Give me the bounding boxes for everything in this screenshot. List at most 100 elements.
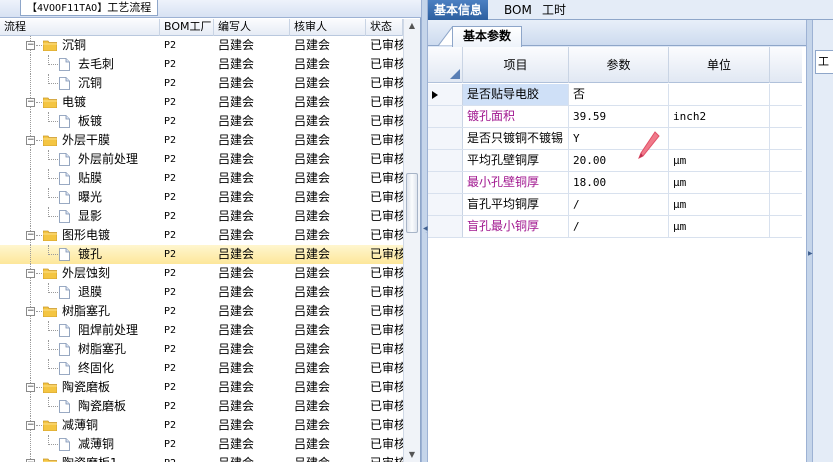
tree-step-row[interactable]: 退膜 P2 吕建会 吕建会 已审核 xyxy=(0,283,403,302)
tree-step-row[interactable]: 外层前处理 P2 吕建会 吕建会 已审核 xyxy=(0,150,403,169)
tree-connector-line xyxy=(36,425,42,426)
writer-cell: 吕建会 xyxy=(218,209,255,223)
bom-factory-cell: P2 xyxy=(164,454,214,462)
tree-connector-line xyxy=(36,102,42,103)
reviewer-cell: 吕建会 xyxy=(294,57,331,71)
param-value-cell[interactable]: 否 xyxy=(569,84,669,105)
param-row[interactable]: 平均孔壁铜厚 20.00 μm xyxy=(428,150,802,172)
column-header-value[interactable]: 参数 xyxy=(569,47,669,83)
tree-folder-row[interactable]: − 外层干膜 P2 吕建会 吕建会 已审核 xyxy=(0,131,403,150)
collapse-box-icon[interactable]: − xyxy=(26,421,35,430)
writer-cell: 吕建会 xyxy=(218,38,255,52)
param-row[interactable]: 是否贴导电胶否 xyxy=(428,84,802,106)
tree-step-row[interactable]: 贴膜 P2 吕建会 吕建会 已审核 xyxy=(0,169,403,188)
collapse-box-icon[interactable]: − xyxy=(26,136,35,145)
tree-folder-row[interactable]: − 陶瓷磨板 P2 吕建会 吕建会 已审核 xyxy=(0,378,403,397)
pen-cursor-icon xyxy=(638,131,660,160)
tree-step-label: 阻焊前处理 xyxy=(78,323,139,337)
row-selector[interactable] xyxy=(428,128,463,149)
param-row[interactable]: 盲孔平均铜厚 / μm xyxy=(428,194,802,216)
column-header-bom[interactable]: BOM工厂 xyxy=(160,19,214,36)
tree-step-label: 镀孔 xyxy=(78,247,103,261)
column-header-status[interactable]: 状态 xyxy=(366,19,403,36)
tree-folder-row[interactable]: − 减薄铜 P2 吕建会 吕建会 已审核 xyxy=(0,416,403,435)
status-cell: 已审核 xyxy=(370,418,403,432)
tree-step-row[interactable]: 显影 P2 吕建会 吕建会 已审核 xyxy=(0,207,403,226)
tab-work-hours[interactable]: 工时 xyxy=(536,0,572,20)
column-header-unit[interactable]: 单位 xyxy=(669,47,770,83)
tree-folder-row[interactable]: − 图形电镀 P2 吕建会 吕建会 已审核 xyxy=(0,226,403,245)
folder-icon xyxy=(43,97,57,108)
writer-cell: 吕建会 xyxy=(218,342,255,356)
document-icon xyxy=(59,438,70,451)
tree-step-row[interactable]: 减薄铜 P2 吕建会 吕建会 已审核 xyxy=(0,435,403,454)
param-row[interactable]: 镀孔面积 39.59 inch2 xyxy=(428,106,802,128)
row-selector[interactable] xyxy=(428,84,463,105)
column-header-writer[interactable]: 编写人 xyxy=(214,19,290,36)
tree-folder-row[interactable]: − 电镀 P2 吕建会 吕建会 已审核 xyxy=(0,93,403,112)
tree-step-row[interactable]: 板镀 P2 吕建会 吕建会 已审核 xyxy=(0,112,403,131)
tree-folder-row[interactable]: − 沉铜 P2 吕建会 吕建会 已审核 xyxy=(0,36,403,55)
reviewer-cell: 吕建会 xyxy=(294,380,331,394)
tree-folder-row[interactable]: − 树脂塞孔 P2 吕建会 吕建会 已审核 xyxy=(0,302,403,321)
param-value-cell[interactable]: 18.00 xyxy=(569,172,669,193)
tab-bom[interactable]: BOM xyxy=(498,0,538,20)
tree-step-row[interactable]: 曝光 P2 吕建会 吕建会 已审核 xyxy=(0,188,403,207)
tree-step-row[interactable]: 去毛刺 P2 吕建会 吕建会 已审核 xyxy=(0,55,403,74)
tree-folder-row[interactable]: − 外层蚀刻 P2 吕建会 吕建会 已审核 xyxy=(0,264,403,283)
collapse-box-icon[interactable]: − xyxy=(26,41,35,50)
row-selector[interactable] xyxy=(428,194,463,215)
tree-folder-label: 外层蚀刻 xyxy=(62,266,111,280)
collapse-box-icon[interactable]: − xyxy=(26,98,35,107)
row-selector[interactable] xyxy=(428,106,463,127)
tab-basic-info[interactable]: 基本信息 xyxy=(428,0,489,20)
collapse-box-icon[interactable]: − xyxy=(26,269,35,278)
tab-basic-params[interactable]: 基本参数 xyxy=(452,26,523,47)
scroll-up-arrow-icon[interactable]: ▲ xyxy=(406,20,418,32)
reviewer-cell: 吕建会 xyxy=(294,76,331,90)
scroll-down-arrow-icon[interactable]: ▼ xyxy=(406,449,418,461)
writer-cell: 吕建会 xyxy=(218,228,255,242)
param-row[interactable]: 盲孔最小铜厚 / μm xyxy=(428,216,802,238)
tree-step-row[interactable]: 沉铜 P2 吕建会 吕建会 已审核 xyxy=(0,74,403,93)
param-row[interactable]: 是否只镀铜不镀锡 Y xyxy=(428,128,802,150)
tree-step-row[interactable]: 树脂塞孔 P2 吕建会 吕建会 已审核 xyxy=(0,340,403,359)
row-selector[interactable] xyxy=(428,172,463,193)
column-header-reviewer[interactable]: 核审人 xyxy=(290,19,366,36)
status-cell: 已审核 xyxy=(370,380,403,394)
row-selector[interactable] xyxy=(428,150,463,171)
tree-step-row[interactable]: 阻焊前处理 P2 吕建会 吕建会 已审核 xyxy=(0,321,403,340)
bom-factory-cell: P2 xyxy=(164,59,177,70)
tab-process-side[interactable]: 工艺 xyxy=(815,50,833,74)
collapse-box-icon[interactable]: − xyxy=(26,231,35,240)
tree-step-row[interactable]: 终固化 P2 吕建会 吕建会 已审核 xyxy=(0,359,403,378)
column-header-flow[interactable]: 流程 xyxy=(0,19,160,36)
tree-step-row[interactable]: 镀孔 P2 吕建会 吕建会 已审核 xyxy=(0,245,403,264)
right-panel-splitter[interactable]: ▶ xyxy=(806,20,813,462)
collapse-box-icon[interactable]: − xyxy=(26,307,35,316)
column-header-item[interactable]: 项目 xyxy=(463,47,569,83)
tree-vertical-scrollbar[interactable]: ▲ ▼ xyxy=(403,19,420,462)
tree-step-label: 陶瓷磨板 xyxy=(78,399,127,413)
param-value-cell[interactable]: 39.59 xyxy=(569,106,669,127)
process-flow-panel: 【4VOOF11TAO】工艺流程 流程 BOM工厂 编写人 核审人 状态 − 沉铜… xyxy=(0,0,421,462)
collapse-box-icon[interactable]: − xyxy=(26,383,35,392)
param-value-cell[interactable]: / xyxy=(569,194,669,215)
status-cell: 已审核 xyxy=(370,228,403,242)
process-tree: − 沉铜 P2 吕建会 吕建会 已审核 去毛刺 P2 吕建会 吕建会 已审核 沉铜 P2 吕建会 吕建会 已审… xyxy=(0,36,403,462)
process-flow-tab[interactable]: 【4VOOF11TAO】工艺流程 xyxy=(20,0,159,16)
bom-factory-cell: P2 xyxy=(164,325,177,336)
tree-step-label: 板镀 xyxy=(78,114,103,128)
tree-folder-row[interactable]: −陶瓷磨板1P2吕建会吕建会已审核 xyxy=(0,454,403,462)
scrollbar-thumb[interactable] xyxy=(406,173,418,233)
reviewer-cell: 吕建会 xyxy=(294,152,331,166)
tree-connector-line xyxy=(48,83,58,84)
reviewer-cell: 吕建会 xyxy=(294,304,331,318)
tree-step-row[interactable]: 陶瓷磨板 P2 吕建会 吕建会 已审核 xyxy=(0,397,403,416)
document-icon xyxy=(59,210,70,223)
param-value-cell[interactable]: / xyxy=(569,216,669,237)
row-selector[interactable] xyxy=(428,216,463,237)
param-row[interactable]: 最小孔壁铜厚 18.00 μm xyxy=(428,172,802,194)
reviewer-cell: 吕建会 xyxy=(294,209,331,223)
panel-splitter[interactable]: ◀ ⋮ xyxy=(421,0,428,462)
